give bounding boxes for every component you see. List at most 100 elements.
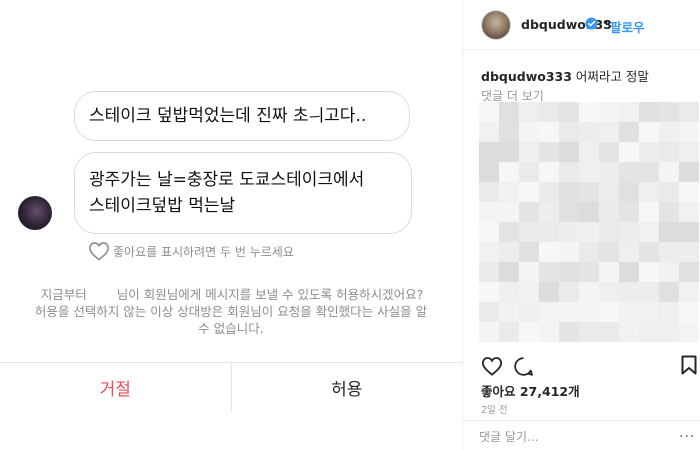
mosaic-tile xyxy=(659,202,679,222)
mosaic-tile xyxy=(539,262,559,282)
avatar[interactable] xyxy=(481,10,511,40)
mosaic-tile xyxy=(599,262,619,282)
mosaic-tile xyxy=(539,302,559,322)
mosaic-tile xyxy=(579,222,599,242)
caption-username[interactable]: dbqudwo333 xyxy=(481,69,572,84)
mosaic-tile xyxy=(499,162,519,182)
follow-button[interactable]: 팔로우 xyxy=(610,17,645,36)
mosaic-tile xyxy=(579,162,599,182)
mosaic-tile xyxy=(559,322,579,342)
mosaic-tile xyxy=(639,202,659,222)
mosaic-tile xyxy=(499,322,519,342)
mosaic-tile xyxy=(559,102,579,122)
mosaic-tile xyxy=(659,122,679,142)
mosaic-tile xyxy=(539,282,559,302)
mosaic-tile xyxy=(519,262,539,282)
mosaic-tile xyxy=(659,222,679,242)
mosaic-tile xyxy=(659,302,679,322)
mosaic-tile xyxy=(619,142,639,162)
mosaic-tile xyxy=(539,222,559,242)
mosaic-tile xyxy=(639,102,659,122)
mosaic-tile xyxy=(479,142,499,162)
mosaic-tile xyxy=(519,222,539,242)
mosaic-tile xyxy=(539,242,559,262)
mosaic-tile xyxy=(619,202,639,222)
mosaic-tile xyxy=(619,162,639,182)
mosaic-tile xyxy=(499,182,519,202)
post-header: dbqudwo333 • 팔로우 xyxy=(463,0,700,50)
message-request-panel: 스테이크 덮밥먹었는데 진짜 초ㅢ고다.. 광주가는 날=충장로 도쿄스테이크에… xyxy=(0,0,462,450)
mosaic-tile xyxy=(599,222,619,242)
post-username[interactable]: dbqudwo333 xyxy=(521,17,612,32)
mosaic-tile xyxy=(579,262,599,282)
comment-box: ··· xyxy=(463,420,700,450)
request-notice-line: 지금부터 님이 회원님에게 메시지를 보낼 수 있도록 허용하시겠어요? xyxy=(0,286,462,303)
mosaic-tile xyxy=(619,222,639,242)
mosaic-tile xyxy=(639,162,659,182)
like-count[interactable]: 좋아요 27,412개 xyxy=(481,381,580,400)
message-bubble[interactable]: 광주가는 날=충장로 도쿄스테이크에서 스테이크덮밥 먹는날 xyxy=(74,152,412,234)
mosaic-tile xyxy=(479,122,499,142)
mosaic-tile xyxy=(659,242,679,262)
mosaic-tile xyxy=(639,142,659,162)
mosaic-tile xyxy=(599,182,619,202)
mosaic-tile xyxy=(579,322,599,342)
mosaic-tile xyxy=(579,242,599,262)
mosaic-tile xyxy=(679,102,699,122)
bookmark-icon[interactable] xyxy=(681,355,697,375)
mosaic-tile xyxy=(539,142,559,162)
mosaic-tile xyxy=(519,142,539,162)
mosaic-tile xyxy=(579,122,599,142)
mosaic-tile xyxy=(679,222,699,242)
mosaic-tile xyxy=(679,122,699,142)
mosaic-tile xyxy=(679,182,699,202)
mosaic-tile xyxy=(559,162,579,182)
message-bubble[interactable]: 스테이크 덮밥먹었는데 진짜 초ㅢ고다.. xyxy=(74,91,410,141)
comment-input[interactable] xyxy=(479,427,669,447)
mosaic-tile xyxy=(639,222,659,242)
mosaic-tile xyxy=(519,102,539,122)
mosaic-tile xyxy=(559,182,579,202)
mosaic-tile xyxy=(559,262,579,282)
mosaic-tile xyxy=(579,102,599,122)
comment-icon[interactable] xyxy=(513,356,534,377)
mosaic-tile xyxy=(539,102,559,122)
sender-avatar[interactable] xyxy=(18,196,52,230)
more-options-icon[interactable]: ··· xyxy=(679,430,695,444)
mosaic-tile xyxy=(619,122,639,142)
post-timestamp: 2일 전 xyxy=(481,405,508,416)
mosaic-tile xyxy=(599,142,619,162)
mosaic-tile xyxy=(599,302,619,322)
mosaic-tile xyxy=(619,262,639,282)
mosaic-tile xyxy=(679,322,699,342)
mosaic-tile xyxy=(499,242,519,262)
mosaic-tile xyxy=(659,182,679,202)
mosaic-tile xyxy=(519,122,539,142)
decline-button[interactable]: 거절 xyxy=(0,363,232,412)
mosaic-tile xyxy=(479,182,499,202)
mosaic-tile xyxy=(599,122,619,142)
mosaic-tile xyxy=(499,142,519,162)
mosaic-tile xyxy=(479,102,499,122)
message-text: 스테이크 덮밥먹었는데 진짜 초ㅢ고다.. xyxy=(89,106,367,126)
mosaic-tile xyxy=(499,302,519,322)
allow-button[interactable]: 허용 xyxy=(232,363,463,412)
mosaic-tile xyxy=(619,282,639,302)
mosaic-tile xyxy=(519,162,539,182)
mosaic-tile xyxy=(619,102,639,122)
heart-outline-icon xyxy=(89,242,109,261)
mosaic-tile xyxy=(619,322,639,342)
mosaic-tile xyxy=(559,142,579,162)
mosaic-tile xyxy=(559,202,579,222)
mosaic-tile xyxy=(659,262,679,282)
mosaic-tile xyxy=(539,202,559,222)
mosaic-tile xyxy=(599,322,619,342)
separator-dot: • xyxy=(602,16,610,30)
mosaic-tile xyxy=(519,242,539,262)
mosaic-grid xyxy=(479,102,699,342)
mosaic-tile xyxy=(499,102,519,122)
mosaic-tile xyxy=(579,142,599,162)
heart-icon[interactable] xyxy=(481,356,503,376)
mosaic-tile xyxy=(559,242,579,262)
mosaic-tile xyxy=(579,182,599,202)
